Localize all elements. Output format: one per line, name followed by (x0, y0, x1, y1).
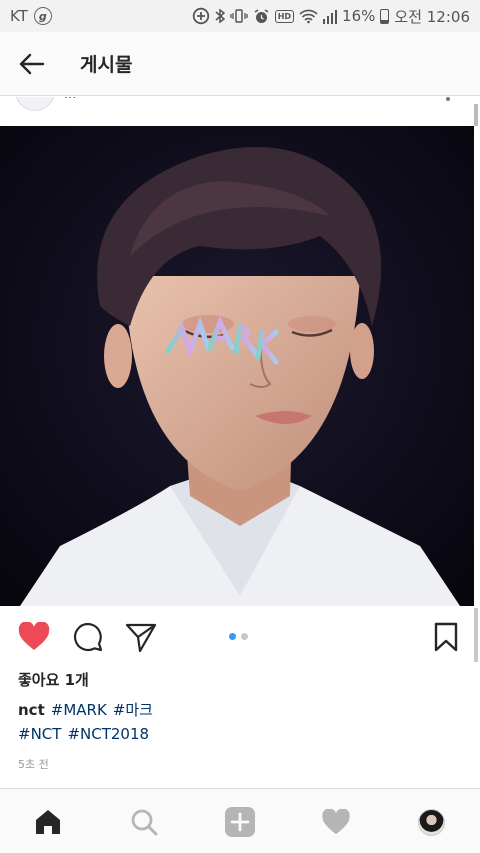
post-actions (0, 612, 474, 662)
clock: 오전 12:06 (394, 7, 470, 26)
nav-activity[interactable] (319, 805, 353, 839)
caption-line-2: #NCT #NCT2018 (18, 725, 155, 743)
post-header: ··· (0, 97, 480, 126)
nav-add-post[interactable] (223, 805, 257, 839)
likes-count[interactable]: 좋아요 1개 (18, 669, 89, 690)
carousel-dot (241, 633, 248, 640)
scrollbar-track-segment (474, 608, 478, 662)
hashtag-link[interactable]: #MARK (51, 701, 107, 719)
portrait-illustration (0, 126, 474, 606)
more-options-icon[interactable] (446, 97, 450, 101)
comment-button[interactable] (71, 620, 105, 654)
home-icon (36, 810, 60, 834)
status-right: HD 16% 오전 12:06 (192, 6, 470, 27)
signal-icon (323, 9, 338, 24)
post-avatar[interactable] (15, 97, 55, 111)
comment-icon (73, 622, 103, 652)
post-timestamp: 5초 전 (18, 758, 49, 771)
arrow-left-icon (19, 53, 45, 74)
status-left: KT g (10, 7, 52, 25)
battery-percent: 16% (342, 7, 376, 25)
profile-avatar (417, 808, 445, 836)
nav-search[interactable] (127, 805, 161, 839)
activity-heart-icon (322, 808, 350, 834)
share-button[interactable] (124, 620, 158, 654)
status-bar: KT g HD 16% 오전 12:06 (0, 0, 480, 32)
app-header: 게시물 (0, 32, 480, 96)
bookmark-icon (434, 622, 458, 652)
post-photo[interactable] (0, 126, 474, 606)
hashtag-link[interactable]: #NCT2018 (67, 725, 149, 743)
battery-fill (381, 20, 389, 23)
nav-profile[interactable] (414, 805, 448, 839)
caption-username[interactable]: nct (18, 701, 45, 719)
hd-icon: HD (274, 9, 295, 23)
add-circle-icon (192, 7, 210, 25)
page-title: 게시물 (80, 54, 133, 76)
send-icon (125, 623, 157, 653)
nav-home[interactable] (31, 805, 65, 839)
bluetooth-icon (215, 8, 225, 24)
caption-line-1: nct #MARK #마크 (18, 699, 159, 720)
hashtag-link[interactable]: #마크 (113, 701, 153, 719)
search-icon (131, 809, 158, 836)
battery-icon (380, 8, 390, 24)
save-button[interactable] (429, 620, 463, 654)
post-username-partial[interactable]: ··· (64, 97, 76, 106)
back-button[interactable] (0, 32, 64, 96)
vibrate-icon (230, 8, 248, 24)
carousel-indicator (229, 633, 248, 640)
bottom-navigation (0, 788, 480, 853)
carrier-g-icon: g (33, 7, 52, 25)
add-post-icon (225, 807, 255, 837)
carousel-dot (229, 633, 236, 640)
wifi-icon (299, 9, 318, 24)
alarm-icon (253, 8, 270, 25)
carrier-label: KT (10, 7, 28, 25)
like-button[interactable] (17, 620, 51, 654)
scrollbar-thumb (474, 104, 478, 126)
heart-filled-icon (18, 622, 50, 650)
hashtag-link[interactable]: #NCT (18, 725, 61, 743)
